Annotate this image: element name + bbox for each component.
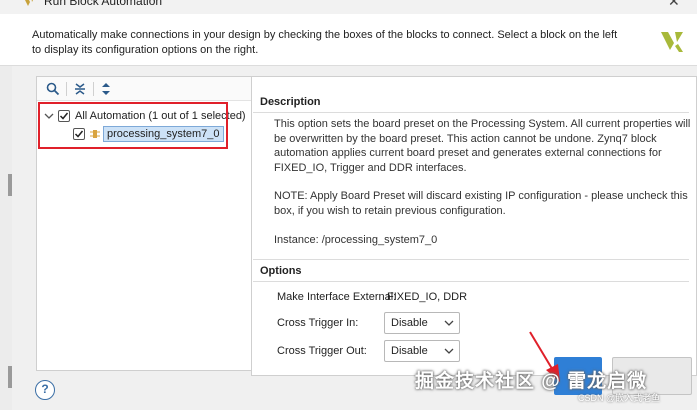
cross-trigger-out-select[interactable]: Disable	[384, 340, 460, 362]
divider	[253, 112, 689, 113]
divider	[253, 259, 689, 260]
description-heading: Description	[260, 96, 321, 108]
ip-block-icon	[90, 128, 100, 140]
description-text: This option sets the board preset on the…	[274, 118, 691, 174]
all-automation-checkbox[interactable]	[58, 110, 70, 122]
description-instance: Instance: /processing_system7_0	[274, 234, 438, 246]
tree-item-all-automation[interactable]: All Automation (1 out of 1 selected)	[43, 107, 246, 125]
make-interface-label: Make Interface External:	[277, 291, 397, 303]
background-window-edge	[0, 66, 12, 410]
watermark-text: 掘金技术社区 @ 雷龙启微	[415, 371, 648, 392]
watermark-credit: CSDN @嵌入式老鱼	[578, 393, 661, 403]
collapse-all-icon[interactable]	[72, 81, 88, 97]
vivado-logo-icon	[22, 0, 36, 11]
vivado-logo-icon	[659, 28, 685, 57]
dialog-header: Automatically make connections in your d…	[0, 14, 697, 66]
tree-toolbar	[37, 77, 252, 101]
divider	[253, 281, 689, 282]
cross-trigger-in-label: Cross Trigger In:	[277, 317, 359, 329]
tree-item-label: All Automation (1 out of 1 selected)	[75, 110, 246, 122]
processing-system-checkbox[interactable]	[73, 128, 85, 140]
chevron-down-icon	[443, 317, 455, 329]
help-button[interactable]: ?	[35, 380, 55, 400]
make-interface-value: FIXED_IO, DDR	[387, 291, 468, 303]
select-value: Disable	[391, 345, 428, 357]
cross-trigger-in-select[interactable]: Disable	[384, 312, 460, 334]
expand-all-icon[interactable]	[98, 81, 114, 97]
tree-item-processing-system[interactable]: processing_system7_0	[73, 125, 224, 143]
tree-item-label: processing_system7_0	[103, 126, 224, 142]
description-note: NOTE: Apply Board Preset will discard ex…	[274, 190, 688, 217]
search-icon[interactable]	[45, 81, 61, 97]
options-heading: Options	[260, 265, 302, 277]
select-value: Disable	[391, 317, 428, 329]
close-icon[interactable]: ✕	[668, 0, 680, 10]
automation-tree-panel: All Automation (1 out of 1 selected) pro…	[36, 76, 253, 371]
title-bar: Run Block Automation ✕	[0, 0, 697, 14]
chevron-down-icon[interactable]	[43, 110, 55, 122]
toolbar-separator	[93, 82, 94, 96]
window-title: Run Block Automation	[44, 0, 163, 8]
cross-trigger-out-label: Cross Trigger Out:	[277, 345, 367, 357]
detail-panel: Description This option sets the board p…	[251, 76, 697, 376]
header-description: Automatically make connections in your d…	[32, 29, 618, 56]
toolbar-separator	[66, 82, 67, 96]
chevron-down-icon	[443, 345, 455, 357]
